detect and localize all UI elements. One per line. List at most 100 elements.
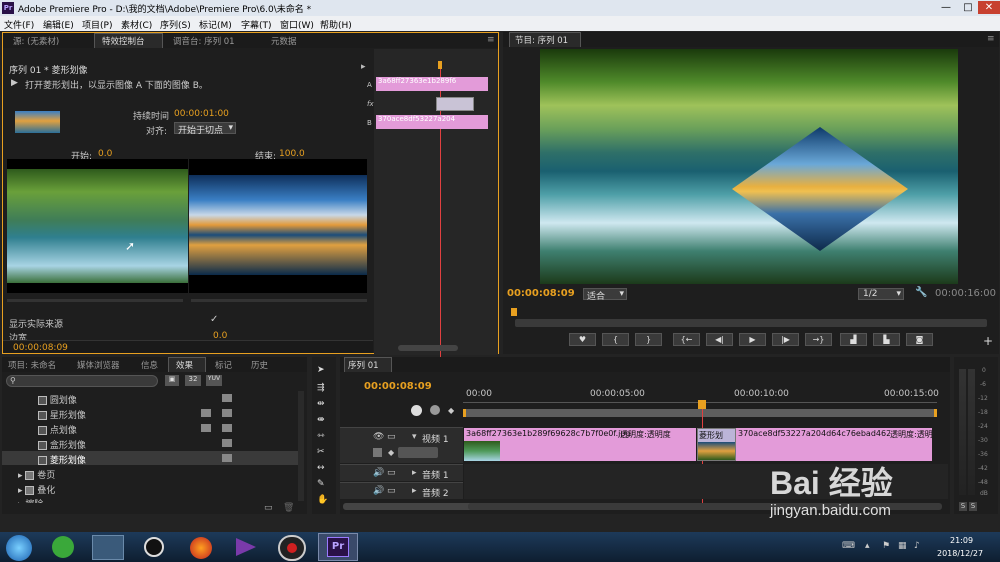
export-frame-button[interactable]: ◙	[906, 333, 933, 346]
close-button[interactable]: ✕	[978, 1, 1000, 14]
clip-2-effect[interactable]: 透明度:透明度	[890, 429, 932, 440]
expand-arrow-icon[interactable]: ▸	[412, 468, 417, 478]
menu-marker[interactable]: 标记(M)	[199, 18, 232, 31]
menu-file[interactable]: 文件(F)	[4, 18, 34, 31]
tray-flag-icon[interactable]: ⚑	[882, 541, 890, 551]
slip-tool-icon[interactable]: ↔	[317, 463, 325, 473]
mark-in-button[interactable]: {	[602, 333, 629, 346]
clock-date[interactable]: 2018/12/27	[937, 549, 983, 558]
start-value[interactable]: 0.0	[98, 149, 112, 159]
selection-tool-icon[interactable]: ➤	[317, 365, 325, 375]
tab-project[interactable]: 项目: 未命名	[8, 359, 56, 371]
speaker-icon[interactable]: 🔊	[373, 486, 384, 496]
add-marker-button[interactable]: ♥	[569, 333, 596, 346]
tab-program[interactable]: 节目: 序列 01	[515, 34, 568, 46]
tab-media-browser[interactable]: 媒体浏览器	[77, 359, 120, 371]
go-to-out-button[interactable]: →}	[805, 333, 832, 346]
tab-metadata[interactable]: 元数据	[271, 35, 297, 47]
expand-arrow-icon[interactable]: ▸	[412, 486, 417, 496]
keyframe-nav[interactable]	[398, 447, 438, 458]
mini-timeline-scrollbar[interactable]	[398, 345, 458, 351]
ripple-edit-tool-icon[interactable]: ⇹	[317, 399, 325, 409]
snap-toggle-icon[interactable]	[411, 405, 422, 416]
tray-network-icon[interactable]: ▦	[898, 541, 907, 551]
panel-menu-icon[interactable]: ≡	[487, 35, 495, 45]
solo-right-button[interactable]: S	[969, 502, 977, 511]
new-folder-icon[interactable]: ▭	[264, 503, 273, 513]
video-clip-1[interactable]: 3a68ff27363e1b289f69628c7b7f0e0f.jpg 透明度…	[464, 428, 696, 461]
program-timecode[interactable]: 00:00:08:09	[507, 288, 575, 299]
media-player-icon[interactable]	[236, 538, 256, 556]
go-to-in-button[interactable]: {←	[673, 333, 700, 346]
effects-scrollbar[interactable]	[298, 391, 304, 501]
tray-volume-icon[interactable]: ♪	[914, 541, 920, 551]
accelerated-effects-icon[interactable]: ▣	[165, 375, 179, 386]
list-item-selected[interactable]: 菱形划像	[38, 453, 86, 466]
menu-edit[interactable]: 编辑(E)	[43, 18, 74, 31]
speaker-icon[interactable]: 🔊	[373, 468, 384, 478]
track-select-tool-icon[interactable]: ⇶	[317, 383, 325, 393]
clip-1-effect[interactable]: 透明度:透明度	[620, 429, 671, 440]
32bit-badge[interactable]: 32	[185, 375, 201, 386]
timeline-timecode[interactable]: 00:00:08:09	[364, 381, 432, 392]
list-item[interactable]: 星形划像	[38, 408, 86, 421]
tray-arrow-icon[interactable]: ▴	[865, 541, 870, 551]
wrench-icon[interactable]: 🔧	[915, 287, 927, 298]
mini-clip-a[interactable]: 3a68ff27363e1b289f6	[376, 77, 488, 91]
align-dropdown[interactable]: 开始于切点 ▾	[174, 122, 236, 136]
tab-effects[interactable]: 效果	[176, 359, 193, 371]
tab-effect-controls[interactable]: 特效控制台	[102, 35, 145, 47]
menu-help[interactable]: 帮助(H)	[320, 18, 352, 31]
firefox-icon[interactable]	[190, 537, 212, 559]
folder-item[interactable]: ▸ 擦除	[18, 497, 43, 503]
folder-item[interactable]: ▸ 叠化	[18, 483, 55, 496]
lock-icon[interactable]: ▭	[387, 486, 396, 496]
start-button-icon[interactable]	[6, 535, 32, 561]
tab-source[interactable]: 源: (无素材)	[13, 35, 59, 47]
keyframe-icon[interactable]: ◆	[388, 448, 394, 457]
diamond-wipe-transition[interactable]: 菱形划	[697, 428, 736, 461]
display-style-icon[interactable]	[373, 448, 382, 457]
lift-button[interactable]: ▟	[840, 333, 867, 346]
collapse-arrow-icon[interactable]: ▾	[412, 432, 417, 442]
mini-clip-b[interactable]: 370ace8df53227a204	[376, 115, 488, 129]
expand-arrow-icon[interactable]: ▸	[361, 62, 366, 72]
tab-audio-mixer[interactable]: 调音台: 序列 01	[173, 35, 235, 47]
marker-icon[interactable]	[430, 405, 440, 415]
timeline-playhead-icon[interactable]	[698, 400, 706, 409]
program-time-ruler[interactable]	[515, 319, 987, 327]
program-panel-menu-icon[interactable]: ≡	[987, 34, 995, 44]
menu-sequence[interactable]: 序列(S)	[160, 18, 191, 31]
tab-markers[interactable]: 标记	[215, 359, 232, 371]
refresh-app-icon[interactable]	[52, 536, 74, 558]
program-playhead-icon[interactable]	[511, 308, 517, 316]
hand-tool-icon[interactable]: ✋	[317, 495, 328, 505]
lock-icon[interactable]: ▭	[387, 432, 396, 442]
menu-project[interactable]: 项目(P)	[82, 18, 112, 31]
preview-b-scrubber[interactable]	[191, 299, 367, 302]
effect-timecode[interactable]: 00:00:08:09	[13, 343, 68, 353]
tab-sequence-01[interactable]: 序列 01	[348, 359, 379, 371]
delete-icon[interactable]: 🗑	[283, 503, 294, 513]
premiere-taskbar-button[interactable]: Pr	[318, 533, 358, 561]
end-value[interactable]: 100.0	[279, 149, 305, 159]
rolling-edit-tool-icon[interactable]: ⇼	[317, 415, 325, 425]
add-marker-icon[interactable]: ◆	[448, 406, 454, 415]
preview-a-scrubber[interactable]	[7, 299, 183, 302]
step-forward-button[interactable]: |▶	[772, 333, 799, 346]
fit-dropdown[interactable]: 适合 ▾	[583, 288, 627, 302]
playhead-marker-icon[interactable]	[438, 61, 442, 69]
work-area-bar[interactable]	[463, 409, 937, 417]
play-transition-icon[interactable]: ▶	[11, 78, 18, 88]
folder-item[interactable]: ▸ 卷页	[18, 468, 55, 481]
tray-input-icon[interactable]: ⌨	[842, 541, 855, 551]
duration-value[interactable]: 00:00:01:00	[174, 109, 229, 119]
menu-title[interactable]: 字幕(T)	[241, 18, 272, 31]
timeline-zoom-slider[interactable]	[343, 503, 473, 510]
lock-icon[interactable]: ▭	[387, 468, 396, 478]
resolution-dropdown[interactable]: 1/2 ▾	[858, 288, 904, 300]
minimize-button[interactable]: —	[935, 1, 957, 14]
maximize-button[interactable]: □	[957, 1, 979, 14]
play-button[interactable]: ▶	[739, 333, 766, 346]
video-clip-2[interactable]: 370ace8df53227a204d64c76ebad4620.jpg 透明度…	[736, 428, 932, 461]
